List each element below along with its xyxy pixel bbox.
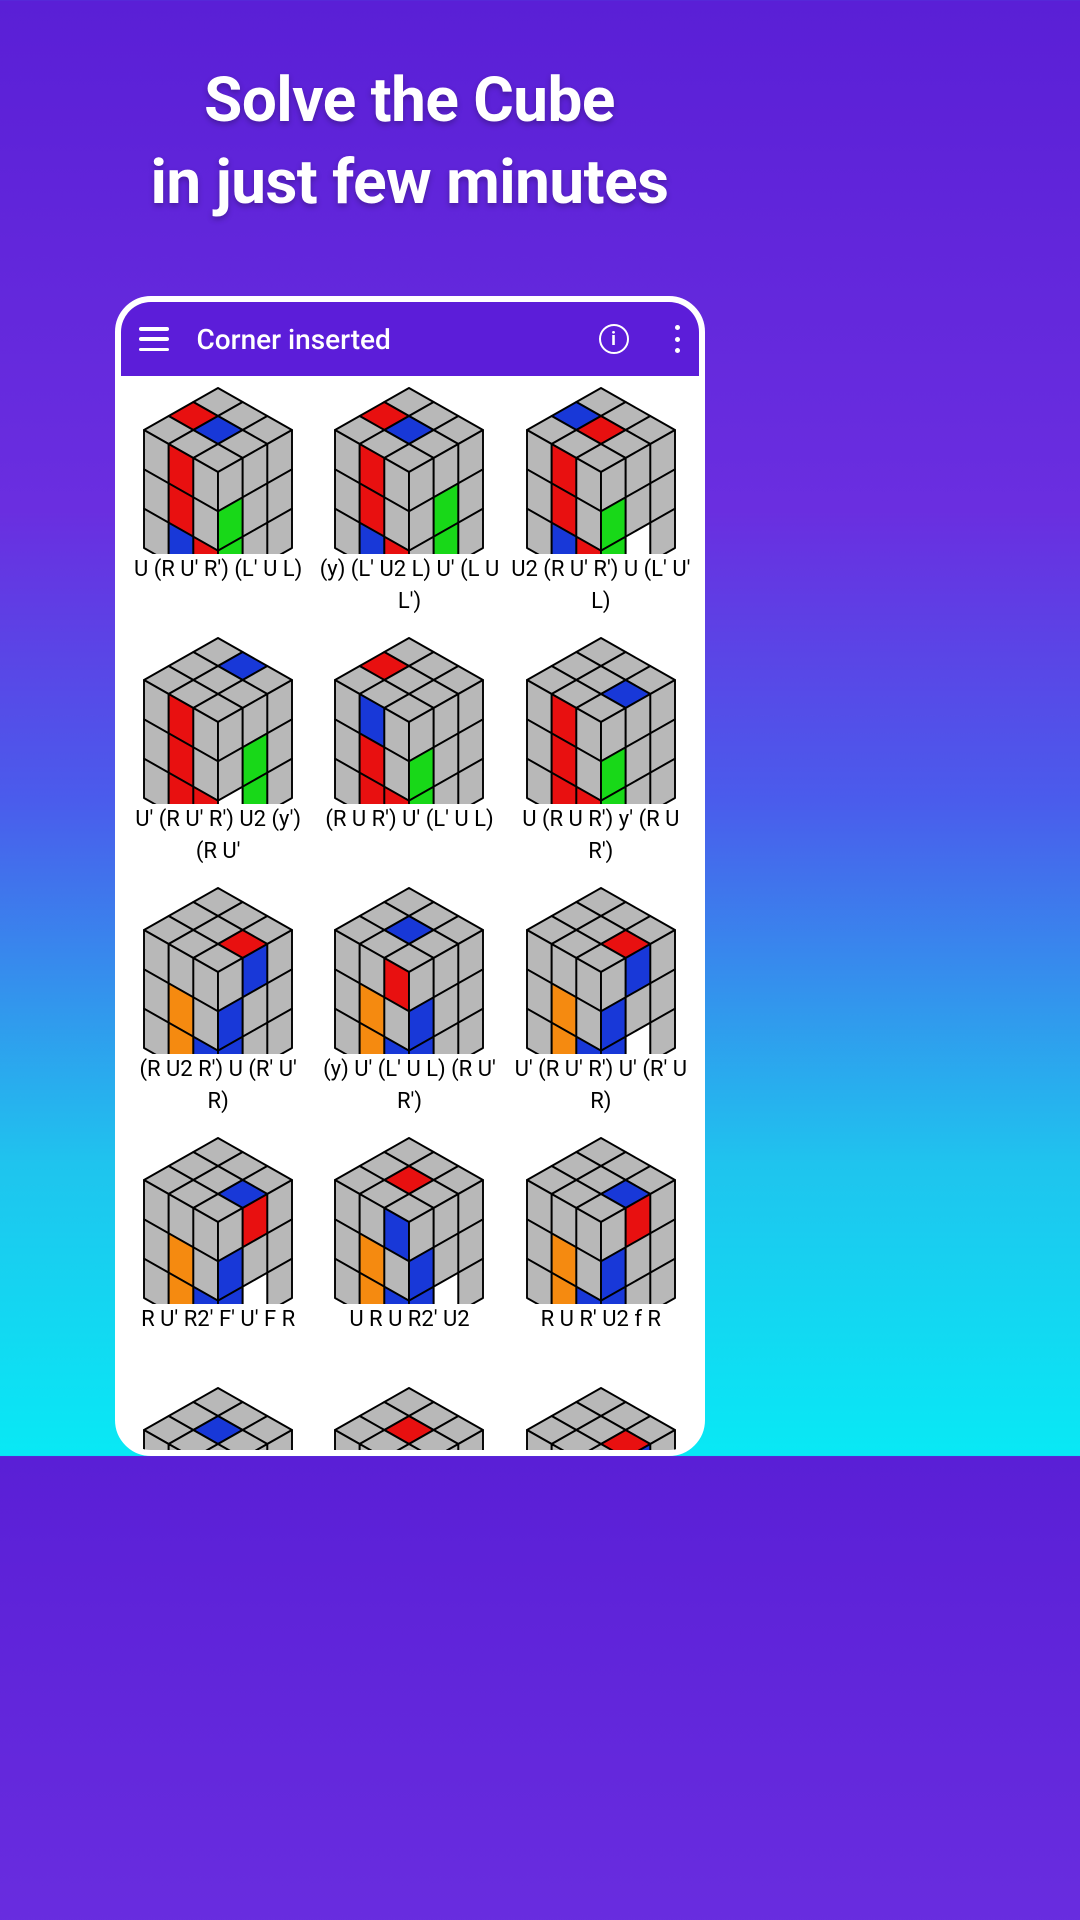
- algorithm-text: (R U R') U' (L' U L): [323, 804, 495, 870]
- cube-cell[interactable]: U2 (R U' R') U (L' U' L): [507, 380, 694, 626]
- algorithm-text: R U' R2' F' U' F R: [139, 1304, 297, 1370]
- cube-icon: [523, 1132, 679, 1304]
- cube-icon: [523, 632, 679, 804]
- content: U (R U' R') (L' U L)(y) (L' U2 L) U' (L …: [121, 376, 699, 1450]
- cube-icon: [331, 632, 487, 804]
- cube-cell[interactable]: U' (R U' R') U2 (y') (R U': [125, 630, 312, 876]
- cube-icon: [331, 1382, 487, 1450]
- page-title: Corner inserted: [197, 323, 571, 356]
- cube-icon: [140, 882, 296, 1054]
- cube-grid: U (R U' R') (L' U L)(y) (L' U2 L) U' (L …: [125, 380, 695, 1450]
- phone-frame: Corner inserted i U (R U' R') (L' U L)(y…: [115, 296, 705, 1456]
- algorithm-text: U2 (R U' R') U (L' U' L): [507, 554, 694, 620]
- cube-icon: [331, 1132, 487, 1304]
- algorithm-text: (y) U' (L' U L) (R U' R'): [316, 1054, 503, 1120]
- cube-icon: [140, 1382, 296, 1450]
- cube-cell[interactable]: U (R U' R') (L' U L): [125, 380, 312, 626]
- cube-icon: [523, 882, 679, 1054]
- promo-line-1: Solve the Cube: [204, 64, 615, 137]
- cube-cell[interactable]: U R U R2' U2: [316, 1130, 503, 1376]
- cube-cell[interactable]: (R U2 R') U (R' U' R): [125, 880, 312, 1126]
- algorithm-text: U' (R U' R') U2 (y') (R U': [125, 804, 312, 870]
- cube-cell[interactable]: (y) (L' U2 L) U' (L U L'): [316, 380, 503, 626]
- cube-icon: [140, 632, 296, 804]
- more-icon[interactable]: [675, 325, 681, 353]
- algorithm-text: U R U R2' U2: [347, 1304, 471, 1370]
- algorithm-text: R U R' U2 f R: [539, 1304, 663, 1370]
- cube-icon: [523, 1382, 679, 1450]
- cube-cell[interactable]: [316, 1380, 503, 1450]
- algorithm-text: U' (R U' R') U' (R' U R): [507, 1054, 694, 1120]
- cube-icon: [140, 1132, 296, 1304]
- cube-cell[interactable]: [507, 1380, 694, 1450]
- algorithm-text: (R U2 R') U (R' U' R): [125, 1054, 312, 1120]
- cube-cell[interactable]: R U' R2' F' U' F R: [125, 1130, 312, 1376]
- promo-line-2: in just few minutes: [151, 146, 669, 219]
- cube-icon: [140, 382, 296, 554]
- cube-icon: [331, 882, 487, 1054]
- cube-cell[interactable]: R U R' U2 f R: [507, 1130, 694, 1376]
- cube-cell[interactable]: U' (R U' R') U' (R' U R): [507, 880, 694, 1126]
- algorithm-text: (y) (L' U2 L) U' (L U L'): [316, 554, 503, 620]
- cube-icon: [331, 382, 487, 554]
- info-icon[interactable]: i: [599, 324, 629, 354]
- cube-cell[interactable]: (R U R') U' (L' U L): [316, 630, 503, 876]
- cube-cell[interactable]: [125, 1380, 312, 1450]
- cube-cell[interactable]: U (R U R') y' (R U R'): [507, 630, 694, 876]
- promo-title: Solve the Cube in just few minutes: [0, 60, 819, 224]
- algorithm-text: U (R U' R') (L' U L): [132, 554, 304, 620]
- app-bar: Corner inserted i: [121, 302, 699, 376]
- cube-cell[interactable]: (y) U' (L' U L) (R U' R'): [316, 880, 503, 1126]
- algorithm-text: U (R U R') y' (R U R'): [507, 804, 694, 870]
- menu-icon[interactable]: [139, 327, 169, 351]
- cube-icon: [523, 382, 679, 554]
